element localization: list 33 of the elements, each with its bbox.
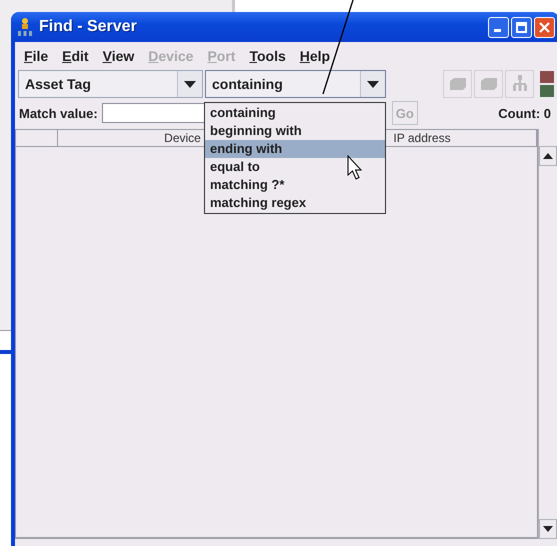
scroll-up-button[interactable] bbox=[539, 146, 557, 166]
count-label: Count: 0 bbox=[498, 106, 551, 120]
minimize-icon bbox=[494, 29, 501, 32]
operator-dropdown[interactable]: containing bbox=[205, 70, 386, 98]
close-icon bbox=[539, 22, 550, 32]
hierarchy-icon bbox=[512, 75, 528, 93]
field-dropdown[interactable]: Asset Tag bbox=[18, 70, 203, 98]
menu-item[interactable]: Tools bbox=[242, 48, 293, 64]
window-title: Find - Server bbox=[39, 18, 138, 36]
scroll-down-button[interactable] bbox=[539, 519, 557, 539]
maximize-button[interactable] bbox=[511, 16, 532, 38]
dropdown-option[interactable]: ending with bbox=[205, 140, 385, 158]
menu-item[interactable]: Edit bbox=[55, 48, 96, 64]
maximize-icon bbox=[516, 22, 527, 32]
dropdown-option[interactable]: matching ?* bbox=[205, 176, 385, 194]
menu-item[interactable]: Help bbox=[292, 48, 338, 64]
menu-item[interactable]: View bbox=[96, 48, 142, 64]
match-value-label: Match value: bbox=[19, 106, 98, 120]
device-icon bbox=[478, 77, 498, 91]
minimize-button[interactable] bbox=[488, 16, 509, 38]
dropdown-arrow-icon bbox=[367, 80, 379, 88]
dropdown-option[interactable]: equal to bbox=[205, 158, 385, 176]
vertical-scrollbar[interactable] bbox=[538, 129, 557, 539]
dropdown-option[interactable]: containing bbox=[205, 104, 385, 122]
app-icon bbox=[17, 17, 33, 37]
dropdown-option[interactable]: matching regex bbox=[205, 194, 385, 212]
mouse-pointer-icon bbox=[348, 154, 362, 180]
down-arrow-icon bbox=[543, 526, 553, 532]
menu-item[interactable]: File bbox=[17, 48, 56, 64]
device-icon bbox=[448, 77, 468, 91]
up-arrow-icon bbox=[543, 153, 553, 159]
dropdown-arrow-icon bbox=[184, 80, 196, 88]
close-button[interactable] bbox=[534, 16, 555, 38]
